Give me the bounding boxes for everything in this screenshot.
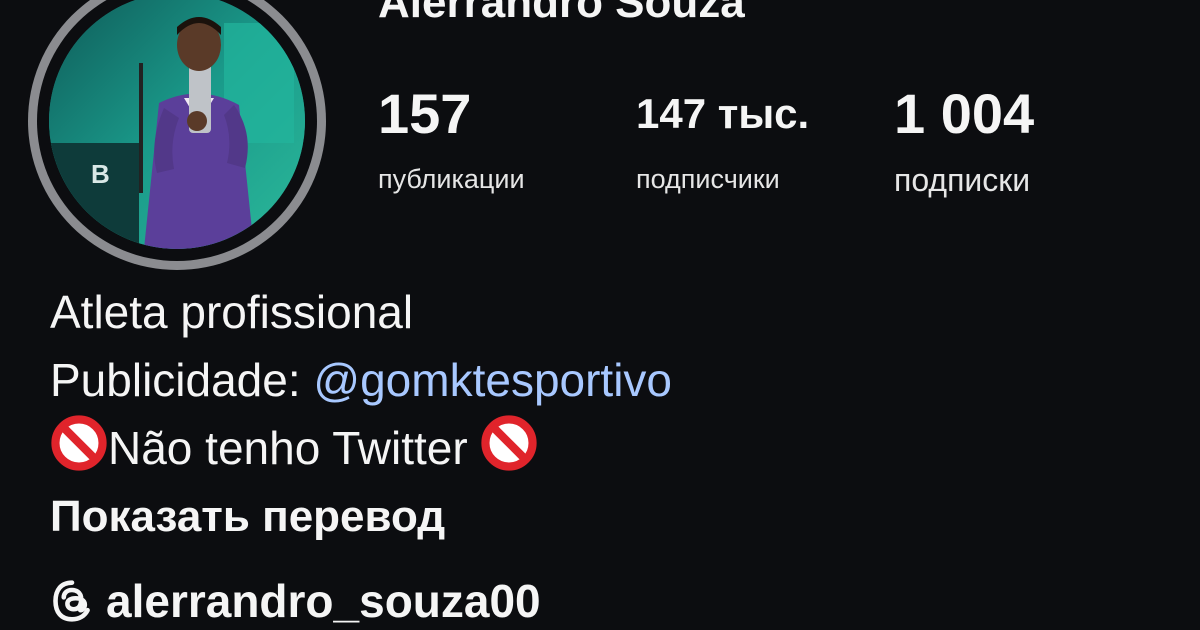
bio-line-no-twitter: Não tenho Twitter (50, 414, 672, 482)
followers-count: 147 тыс. (636, 90, 810, 137)
threads-handle: alerrandro_souza00 (106, 575, 541, 627)
mention-link[interactable]: @gomktesportivo (313, 354, 672, 406)
threads-link[interactable]: alerrandro_souza00 (50, 574, 541, 628)
bio-no-twitter-text: Não tenho Twitter (108, 422, 468, 474)
svg-text:B: B (91, 159, 110, 189)
following-count: 1 004 (894, 82, 1035, 145)
avatar-ring[interactable]: B (28, 0, 326, 270)
bio-line-occupation: Atleta profissional (50, 286, 414, 338)
profile-page: B Alerrandro Souza 157 публикации 147 ты… (0, 0, 1200, 630)
avatar[interactable]: B (49, 0, 305, 249)
show-translation-button[interactable]: Показать перевод (50, 482, 672, 552)
bio-advertising-prefix: Publicidade: (50, 354, 314, 406)
followers-stat[interactable]: 147 тыс. подписчики (636, 84, 809, 195)
followers-label: подписчики (636, 164, 780, 194)
profile-username: Alerrandro Souza (378, 0, 745, 27)
avatar-photo: B (49, 0, 305, 249)
threads-icon (53, 580, 90, 622)
following-label: подписки (894, 162, 1031, 198)
prohibited-icon (51, 415, 107, 471)
posts-label: публикации (378, 164, 525, 194)
posts-count: 157 (378, 82, 472, 145)
profile-bio: Atleta profissional Publicidade: @gomkte… (50, 278, 672, 552)
bio-line-advertising: Publicidade: @gomktesportivo (50, 346, 672, 414)
posts-stat[interactable]: 157 публикации (378, 84, 525, 195)
prohibited-icon (481, 415, 538, 471)
following-stat[interactable]: 1 004 подписки (894, 84, 1034, 199)
